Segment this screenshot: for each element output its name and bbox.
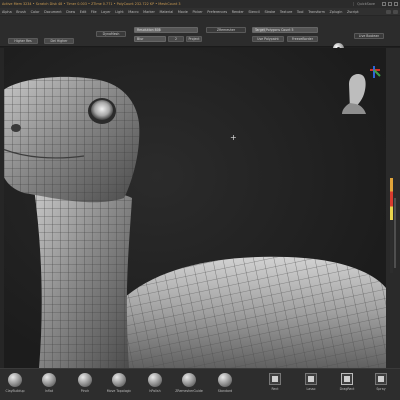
zremesher-button[interactable]: ZRemesher [206, 27, 246, 33]
brush-label: hPolish [149, 389, 161, 393]
menu-item[interactable]: Zplugin [330, 10, 343, 14]
brush-label: Move Topologic [106, 389, 132, 393]
dinosaur-mesh [4, 66, 386, 368]
lasso-selection-icon [305, 373, 317, 385]
target-polygons-slider[interactable]: Target Polygons Count 5 [252, 27, 318, 33]
menu-item[interactable]: Macro [128, 10, 138, 14]
menu-item[interactable]: Material [159, 10, 173, 14]
menu-item[interactable]: Draw [66, 10, 75, 14]
inflate-brush-icon [42, 373, 56, 387]
menu-item[interactable]: Zscript [347, 10, 359, 14]
tool-spray[interactable]: Spray [368, 373, 394, 399]
del-higher-button[interactable]: Del Higher [44, 38, 74, 44]
freeze-border-button[interactable]: FreezeBorder [287, 36, 318, 42]
claybuildup-brush-icon [8, 373, 22, 387]
project-button[interactable]: Project [186, 36, 202, 42]
brush-standard[interactable]: Standard [212, 373, 238, 399]
menu-item[interactable]: Brush [16, 10, 26, 14]
brush-inflat[interactable]: Inflat [36, 373, 62, 399]
move-topological-brush-icon [112, 373, 126, 387]
menu-toggle-icon[interactable] [386, 9, 391, 14]
menu-item[interactable]: Light [115, 10, 123, 14]
menu-item[interactable]: Document [44, 10, 62, 14]
standard-brush-icon [218, 373, 232, 387]
menu-right-controls [386, 9, 398, 14]
resolution-label: Resolution 808 [137, 28, 161, 32]
live-boolean-button[interactable]: Live Boolean [354, 33, 384, 39]
dragrect-stroke-icon [341, 373, 353, 385]
cursor-glyph: + [230, 133, 237, 142]
menu-item[interactable]: Stroke [264, 10, 275, 14]
blur-value[interactable]: 2 [168, 36, 184, 42]
brush-pinch[interactable]: Pinch [72, 373, 98, 399]
right-shelf [386, 48, 400, 368]
tool-label: Spray [376, 387, 386, 391]
menu-item[interactable]: Color [31, 10, 40, 14]
menu-item[interactable]: Marker [143, 10, 155, 14]
color-strip [390, 178, 393, 273]
bottom-shelf: ClayBuildup Inflat Pinch Move Topologic … [0, 368, 400, 400]
blur-slider[interactable]: Blur [134, 36, 166, 42]
menu-item[interactable]: Edit [80, 10, 87, 14]
tool-lasso[interactable]: Lasso [298, 373, 324, 399]
menu-item[interactable]: Render [232, 10, 244, 14]
menu-item[interactable]: Preferences [207, 10, 227, 14]
blur-label: Blur [137, 37, 144, 41]
menu-item[interactable]: Alpha [2, 10, 12, 14]
brush-zremesherguide[interactable]: ZRemesherGuide [175, 373, 203, 399]
quicksave-button[interactable]: QuickSave [353, 2, 378, 6]
menu-toggle-icon[interactable] [393, 9, 398, 14]
viewport-canvas[interactable]: + [4, 48, 386, 368]
navigation-gizmo [342, 66, 381, 114]
top-toolbar: Higher Res Del Higher DynaMesh Resolutio… [0, 16, 400, 54]
shelf-scrollbar[interactable] [394, 198, 396, 268]
menu-item[interactable]: Tool [297, 10, 304, 14]
body-wireframe [114, 256, 386, 368]
brush-label: ClayBuildup [5, 389, 25, 393]
target-polygons-label: Target Polygons Count 5 [255, 28, 294, 32]
tool-label: Rect [271, 387, 279, 391]
hpolish-brush-icon [148, 373, 162, 387]
neck-wireframe [34, 188, 132, 368]
brush-hpolish[interactable]: hPolish [142, 373, 168, 399]
menu-item[interactable]: Layer [101, 10, 110, 14]
nostril [11, 124, 21, 132]
zremesher-guide-brush-icon [182, 373, 196, 387]
use-polypaint-button[interactable]: Use Polypaint [252, 36, 284, 42]
menu-item[interactable]: Picker [192, 10, 202, 14]
menu-item[interactable]: Transform [308, 10, 325, 14]
maximize-icon[interactable] [388, 2, 392, 6]
brush-label: ZRemesherGuide [175, 389, 203, 393]
brush-move-topologic[interactable]: Move Topologic [106, 373, 132, 399]
menu-bar: Alpha Brush Color Document Draw Edit Fil… [0, 8, 400, 16]
rect-selection-icon [269, 373, 281, 385]
minimize-icon[interactable] [382, 2, 386, 6]
resolution-slider[interactable]: Resolution 808 [134, 27, 198, 33]
brush-claybuildup[interactable]: ClayBuildup [2, 373, 28, 399]
menu-item[interactable]: File [91, 10, 97, 14]
menu-item[interactable]: Texture [280, 10, 292, 14]
pinch-brush-icon [78, 373, 92, 387]
spray-stroke-icon [375, 373, 387, 385]
menu-item[interactable]: Movie [178, 10, 188, 14]
brush-label: Inflat [44, 389, 54, 393]
tool-rect[interactable]: Rect [262, 373, 288, 399]
window-controls [382, 2, 398, 6]
title-bar: Active Mem 3234 • Scratch Disk 48 • Time… [0, 0, 400, 8]
dynamesh-button[interactable]: DynaMesh [96, 31, 126, 37]
brush-label: Pinch [80, 389, 90, 393]
tool-label: Lasso [306, 387, 316, 391]
menu-item[interactable]: Stencil [248, 10, 259, 14]
higher-res-button[interactable]: Higher Res [8, 38, 38, 44]
status-info: Active Mem 3234 • Scratch Disk 48 • Time… [2, 2, 181, 6]
tool-dragrect[interactable]: DragRect [334, 373, 360, 399]
close-icon[interactable] [394, 2, 398, 6]
tool-label: DragRect [339, 387, 355, 391]
brush-label: Standard [217, 389, 233, 393]
head-wireframe [4, 76, 140, 203]
eye-ball [91, 100, 113, 120]
